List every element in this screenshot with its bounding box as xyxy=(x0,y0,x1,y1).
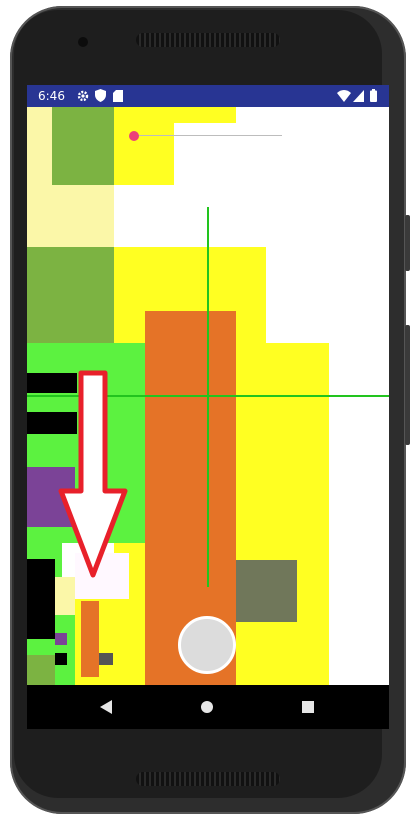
camera-preview xyxy=(27,107,389,685)
front-camera-icon xyxy=(78,37,88,47)
power-button xyxy=(405,325,410,445)
wifi-icon xyxy=(337,90,351,102)
navigation-bar xyxy=(27,685,389,729)
preview-block xyxy=(27,655,57,685)
shield-icon xyxy=(95,89,106,102)
zoom-slider-track[interactable] xyxy=(134,135,282,136)
battery-icon xyxy=(370,89,377,102)
preview-block xyxy=(129,553,145,685)
zoom-slider-thumb[interactable] xyxy=(129,131,139,141)
device-screen: 6:46 xyxy=(27,85,389,729)
top-speaker xyxy=(136,33,280,47)
preview-block xyxy=(27,559,55,639)
preview-block xyxy=(114,107,236,123)
sim-card-icon xyxy=(113,90,123,102)
status-bar: 6:46 xyxy=(27,85,389,107)
preview-block xyxy=(236,560,297,622)
preview-block xyxy=(99,653,113,665)
home-icon[interactable] xyxy=(201,701,213,713)
preview-block xyxy=(55,633,67,645)
preview-block xyxy=(55,653,67,665)
recents-icon[interactable] xyxy=(302,701,314,713)
status-time: 6:46 xyxy=(38,89,65,103)
preview-block xyxy=(81,601,99,677)
signal-icon xyxy=(353,90,364,102)
crosshair-vertical xyxy=(207,207,209,587)
preview-block xyxy=(52,107,114,185)
volume-button xyxy=(405,215,410,271)
shutter-button[interactable] xyxy=(178,616,236,674)
gear-icon xyxy=(77,90,89,102)
down-arrow-icon xyxy=(58,370,128,578)
bottom-speaker xyxy=(136,772,280,786)
back-icon[interactable] xyxy=(100,700,112,714)
preview-block xyxy=(27,247,114,343)
preview-block xyxy=(114,123,174,185)
